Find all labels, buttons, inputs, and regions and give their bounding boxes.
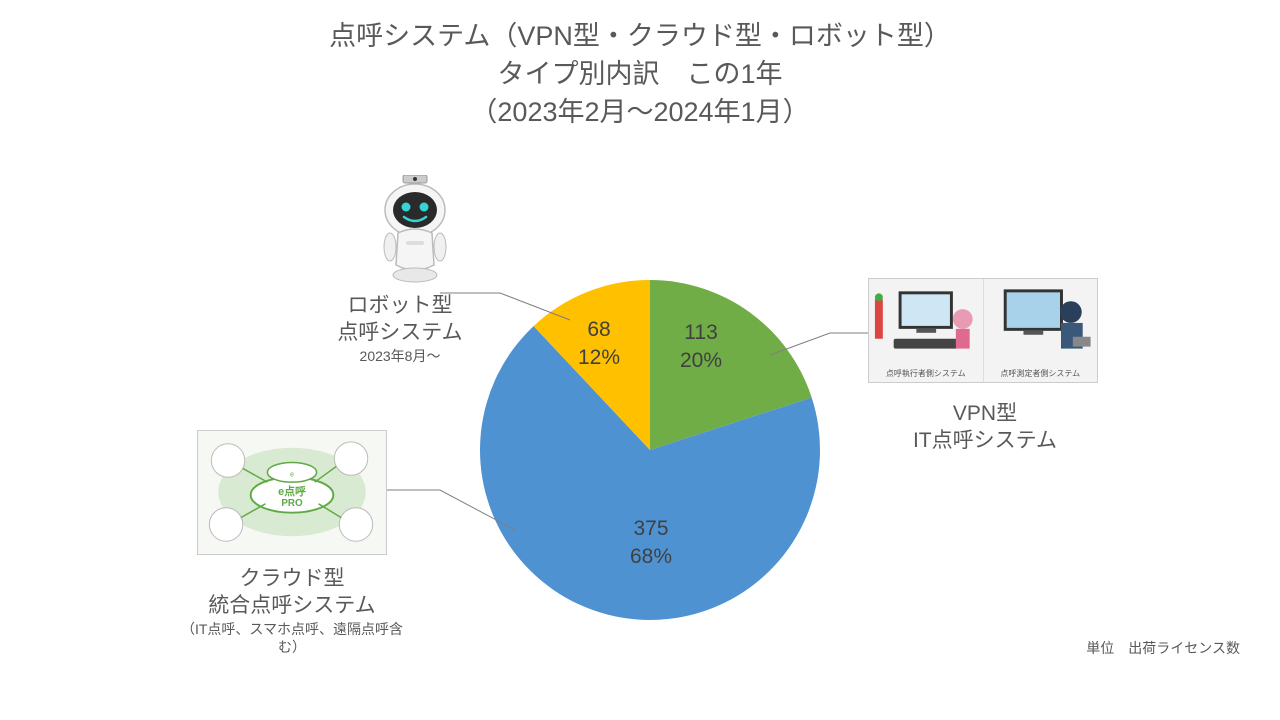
robot-icon [370,175,460,285]
cloud-annotation-line1: クラウド型 [172,565,412,592]
vpn-annotation-line1: VPN型 [895,400,1075,427]
robot-annotation-line3: 2023年8月～ [315,347,485,365]
svg-text:PRO: PRO [281,498,303,509]
cloud-photo: e点呼 PRO e [197,430,387,555]
svg-text:e: e [290,471,294,478]
vpn-photo-left-caption: 点呼執行者側システム [869,368,983,379]
robot-annotation-line1: ロボット型 [315,292,485,319]
robot-annotation: ロボット型 点呼システム 2023年8月～ [315,292,485,365]
vpn-photo: 点呼執行者側システム 点呼測定者側システム [868,278,1098,383]
vpn-photo-left: 点呼執行者側システム [869,279,984,382]
robot-annotation-line2: 点呼システム [315,319,485,346]
cloud-annotation-line3: （IT点呼、スマホ点呼、遠隔点呼含む） [172,620,412,656]
vpn-annotation: VPN型 IT点呼システム [895,400,1075,455]
vpn-photo-right: 点呼測定者側システム [984,279,1098,382]
cloud-annotation-line2: 統合点呼システム [172,592,412,619]
cloud-annotation: クラウド型 統合点呼システム （IT点呼、スマホ点呼、遠隔点呼含む） [172,565,412,656]
vpn-photo-right-caption: 点呼測定者側システム [984,368,1098,379]
vpn-annotation-line2: IT点呼システム [895,427,1075,454]
unit-label: 単位 出荷ライセンス数 [1086,638,1240,658]
svg-text:e点呼: e点呼 [278,484,306,498]
